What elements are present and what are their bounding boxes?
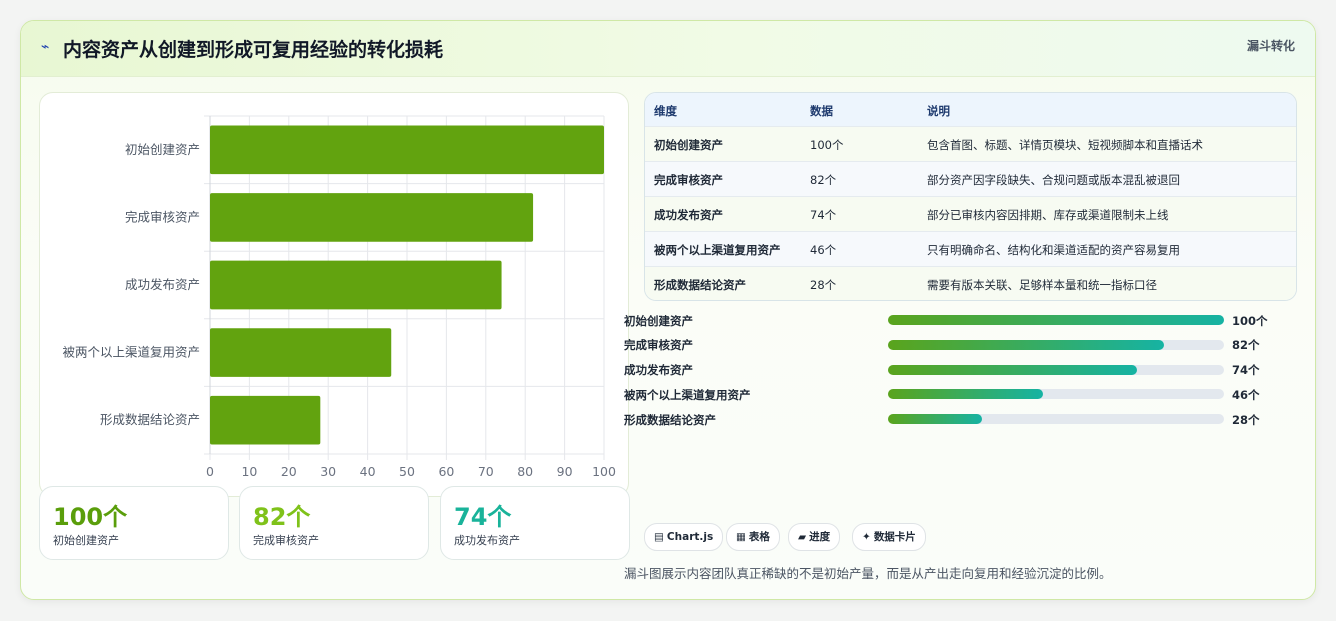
- table-row: 被两个以上渠道复用资产 46个 只有明确命名、结构化和渠道适配的资产容易复用: [645, 231, 1296, 267]
- progress-label: 初始创建资产: [624, 314, 693, 328]
- bar: [210, 395, 321, 445]
- stat-label: 完成审核资产: [253, 534, 319, 547]
- progress-fill: [888, 315, 1224, 325]
- stat-value: 74个: [454, 503, 512, 531]
- table-cell: 74个: [810, 208, 837, 222]
- table-cell: 28个: [810, 278, 837, 292]
- card-header: ⌁ 内容资产从创建到形成可复用经验的转化损耗 漏斗转化: [21, 21, 1315, 77]
- table-row: 完成审核资产 82个 部分资产因字段缺失、合规问题或版本混乱被退回: [645, 161, 1296, 197]
- progress-value: 100个: [1232, 314, 1268, 328]
- table-header-cell: 数据: [810, 104, 833, 118]
- x-tick-label: 20: [281, 464, 297, 479]
- table-cell: 形成数据结论资产: [654, 278, 746, 292]
- chip-progress[interactable]: ▰ 进度: [788, 523, 841, 551]
- table-cell: 被两个以上渠道复用资产: [654, 243, 781, 257]
- stat-value: 82个: [253, 503, 311, 531]
- x-tick-label: 40: [360, 464, 376, 479]
- data-table: 维度 数据 说明 初始创建资产 100个 包含首图、标题、详情页模块、短视频脚本…: [644, 92, 1297, 301]
- table-header-row: 维度 数据 说明: [645, 93, 1296, 126]
- chip-data-card[interactable]: ✦ 数据卡片: [852, 523, 926, 551]
- progress-label: 被两个以上渠道复用资产: [624, 388, 751, 402]
- bar: [210, 193, 534, 242]
- table-cell: 完成审核资产: [654, 173, 723, 187]
- progress-label: 形成数据结论资产: [624, 413, 716, 427]
- category-label: 完成审核资产: [125, 209, 200, 224]
- x-tick-label: 100: [592, 464, 616, 479]
- table-cell: 100个: [810, 138, 844, 152]
- sparkle-icon: ✦: [862, 531, 871, 543]
- progress-value: 82个: [1232, 338, 1260, 352]
- table-header-cell: 说明: [927, 104, 950, 118]
- table-header-cell: 维度: [654, 104, 677, 118]
- stat-card-2: 82个 完成审核资产: [239, 486, 429, 560]
- chip-chartjs[interactable]: ▤ Chart.js: [644, 523, 724, 551]
- x-tick-label: 70: [478, 464, 494, 479]
- x-tick-label: 0: [206, 464, 214, 479]
- page-title: 内容资产从创建到形成可复用经验的转化损耗: [63, 39, 444, 61]
- category-tag: 漏斗转化: [1246, 39, 1295, 53]
- table-cell: 只有明确命名、结构化和渠道适配的资产容易复用: [927, 243, 1180, 257]
- stat-card-3: 74个 成功发布资产: [440, 486, 630, 560]
- chip-label: 表格: [748, 531, 770, 543]
- table-cell: 初始创建资产: [654, 138, 723, 152]
- table-cell: 46个: [810, 243, 837, 257]
- table-cell: 成功发布资产: [654, 208, 723, 222]
- progress-label: 成功发布资产: [624, 363, 693, 377]
- chip-label: 数据卡片: [873, 531, 916, 543]
- table-row: 形成数据结论资产 28个 需要有版本关联、足够样本量和统一指标口径: [645, 266, 1296, 300]
- x-tick-label: 10: [241, 464, 257, 479]
- progress-track: [888, 365, 1224, 375]
- progress-label: 完成审核资产: [624, 338, 693, 352]
- table-cell: 部分已审核内容因排期、库存或渠道限制未上线: [927, 208, 1169, 222]
- progress-icon: ▰: [798, 531, 807, 543]
- table-cell: 82个: [810, 173, 837, 187]
- stat-value: 100个: [53, 503, 128, 531]
- bar: [210, 125, 604, 175]
- progress-value: 74个: [1232, 363, 1260, 377]
- progress-track: [888, 340, 1224, 350]
- x-tick-label: 50: [399, 464, 415, 479]
- chart-icon: ▤: [654, 531, 664, 543]
- chip-table[interactable]: ▦ 表格: [726, 523, 780, 551]
- bar: [210, 260, 502, 310]
- table-cell: 部分资产因字段缺失、合规问题或版本混乱被退回: [927, 173, 1180, 187]
- progress-fill: [888, 365, 1137, 375]
- progress-fill: [888, 414, 983, 424]
- x-tick-label: 30: [320, 464, 336, 479]
- progress-track: [888, 315, 1224, 325]
- progress-track: [888, 414, 1224, 424]
- x-tick-label: 60: [438, 464, 454, 479]
- table-cell: 包含首图、标题、详情页模块、短视频脚本和直播话术: [927, 138, 1203, 152]
- stat-card-1: 100个 初始创建资产: [39, 486, 229, 560]
- category-label: 初始创建资产: [125, 142, 200, 157]
- horizontal-bar-chart: 0 10 20 30 40 50 60 70 80 90 100 初始创建资产完成审核资产成功发布资产…: [62, 115, 616, 479]
- footnote: 漏斗图展示内容团队真正稀缺的不是初始产量，而是从产出走向复用和经验沉淀的比例。: [624, 566, 1112, 581]
- table-icon: ▦: [736, 531, 746, 543]
- category-label: 形成数据结论资产: [100, 412, 200, 427]
- x-tick-label: 80: [517, 464, 533, 479]
- table-row: 初始创建资产 100个 包含首图、标题、详情页模块、短视频脚本和直播话术: [645, 126, 1296, 162]
- progress-fill: [888, 389, 1043, 399]
- progress-value: 28个: [1232, 413, 1260, 427]
- progress-fill: [888, 340, 1164, 350]
- category-label: 被两个以上渠道复用资产: [62, 345, 200, 360]
- x-tick-label: 90: [557, 464, 573, 479]
- progress-value: 46个: [1232, 388, 1260, 402]
- category-label: 成功发布资产: [125, 277, 200, 292]
- chip-label: 进度: [809, 531, 831, 543]
- bar: [210, 328, 392, 377]
- table-row: 成功发布资产 74个 部分已审核内容因排期、库存或渠道限制未上线: [645, 196, 1296, 232]
- bar-chart-panel: 0 10 20 30 40 50 60 70 80 90 100 初始创建资产 完成审核资产 成功发布资产…: [39, 92, 629, 497]
- stat-label: 成功发布资产: [454, 534, 520, 547]
- table-cell: 需要有版本关联、足够样本量和统一指标口径: [927, 278, 1157, 292]
- progress-track: [888, 389, 1224, 399]
- chart-icon: ⌁: [41, 39, 50, 55]
- stat-label: 初始创建资产: [53, 534, 119, 547]
- chip-label: Chart.js: [666, 531, 714, 543]
